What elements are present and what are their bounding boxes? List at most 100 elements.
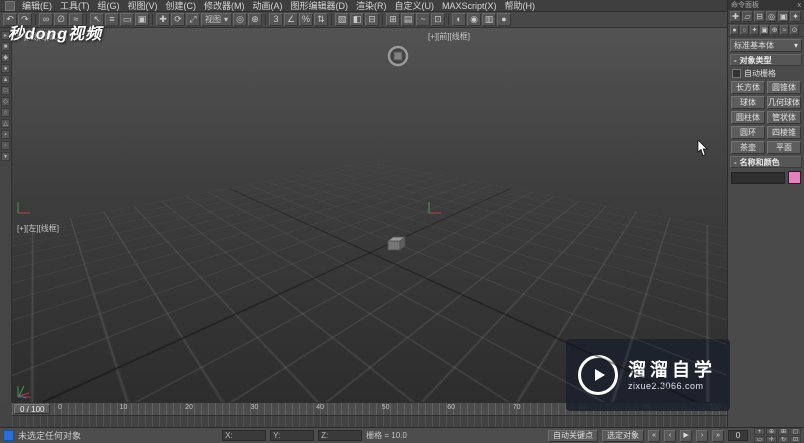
utilities-tab-icon[interactable]: ✦	[790, 11, 801, 22]
maxscript-listener-icon[interactable]	[3, 430, 14, 441]
menu-item-group[interactable]: 组(G)	[94, 0, 124, 12]
sphere-button[interactable]: 球体	[731, 96, 765, 109]
cone-button[interactable]: 圆锥体	[767, 81, 801, 94]
menu-item-create[interactable]: 创建(C)	[162, 0, 201, 12]
left-toolbar-icon[interactable]: ▫	[1, 141, 10, 150]
zoom-extents-all-icon[interactable]: ▢	[790, 428, 802, 435]
torus-button[interactable]: 圆环	[731, 126, 765, 139]
menu-item-animation[interactable]: 动画(A)	[249, 0, 287, 12]
coordinate-y-field[interactable]: Y:	[270, 430, 315, 441]
ribbon-icon[interactable]: ▤	[401, 13, 416, 26]
go-to-start-button[interactable]: «	[648, 429, 661, 442]
rendered-frame-window-icon[interactable]: ▥	[482, 13, 497, 26]
menu-item-rendering[interactable]: 渲染(R)	[352, 0, 391, 12]
name-color-rollout[interactable]: - 名称和颜色	[730, 156, 802, 168]
mirror-icon[interactable]: ◧	[350, 13, 365, 26]
left-toolbar-icon[interactable]: ▾	[1, 152, 10, 161]
viewport-left-label[interactable]: [+][左][线框]	[17, 223, 59, 234]
select-and-rotate-icon[interactable]: ⟳	[171, 13, 185, 26]
selection-set-button[interactable]: 选定对象	[602, 429, 645, 442]
hierarchy-tab-icon[interactable]: ⊟	[754, 11, 765, 22]
close-icon[interactable]: x	[798, 2, 802, 9]
percent-snap-icon[interactable]: %	[299, 13, 314, 26]
object-color-swatch[interactable]	[788, 171, 801, 184]
menu-item-tools[interactable]: 工具(T)	[56, 0, 94, 12]
orbit-icon[interactable]: ↻	[778, 436, 790, 443]
autogrid-checkbox[interactable]	[732, 69, 741, 78]
display-tab-icon[interactable]: ▣	[778, 11, 789, 22]
geometry-category-icon[interactable]: ●	[730, 25, 739, 35]
left-toolbar-icon[interactable]: ▲	[1, 75, 10, 84]
helpers-category-icon[interactable]: ⊕	[770, 25, 779, 35]
left-toolbar-icon[interactable]: ○	[1, 108, 10, 117]
command-panel-header[interactable]: 命令面板 x	[728, 0, 804, 10]
snap-toggle-icon[interactable]: 3	[269, 13, 284, 26]
maximize-viewport-icon[interactable]: ⊡	[790, 436, 802, 443]
plane-button[interactable]: 平面	[767, 141, 801, 154]
lights-category-icon[interactable]: ✦	[750, 25, 759, 35]
left-toolbar-icon[interactable]: ●	[1, 64, 10, 73]
go-to-end-button[interactable]: »	[712, 429, 725, 442]
rectangular-selection-region-icon[interactable]: ▭	[120, 13, 134, 26]
cameras-category-icon[interactable]: ▣	[760, 25, 769, 35]
zoom-all-icon[interactable]: ⊕	[766, 428, 778, 435]
shapes-category-icon[interactable]: ○	[740, 25, 749, 35]
named-selection-sets-icon[interactable]: ▧	[335, 13, 350, 26]
create-tab-icon[interactable]: ✚	[730, 11, 741, 22]
menu-item-graph-editors[interactable]: 图形编辑器(D)	[287, 0, 353, 12]
menu-item-modifiers[interactable]: 修改器(M)	[200, 0, 249, 12]
menu-item-customize[interactable]: 自定义(U)	[391, 0, 439, 12]
viewport-perspective[interactable]: [+][透视][真实]	[12, 28, 727, 402]
angle-snap-icon[interactable]: ∠	[284, 13, 299, 26]
schematic-view-icon[interactable]: ⊡	[431, 13, 446, 26]
zoom-region-icon[interactable]: ▭	[754, 436, 766, 443]
left-toolbar-icon[interactable]: □	[1, 86, 10, 95]
tube-button[interactable]: 管状体	[767, 111, 801, 124]
zoom-icon[interactable]: +	[754, 428, 766, 435]
render-production-icon[interactable]: ●	[497, 13, 512, 26]
spinner-snap-icon[interactable]: ⇅	[314, 13, 329, 26]
material-editor-icon[interactable]: ◐	[452, 13, 467, 26]
spacewarps-category-icon[interactable]: ≈	[780, 25, 789, 35]
left-toolbar-icon[interactable]: ◆	[1, 53, 10, 62]
box-object[interactable]	[384, 234, 408, 259]
next-frame-button[interactable]: ›	[696, 429, 709, 442]
left-toolbar-icon[interactable]: ▪	[1, 130, 10, 139]
pan-icon[interactable]: ✛	[766, 436, 778, 443]
app-icon[interactable]	[5, 0, 15, 11]
circle-object[interactable]	[386, 44, 410, 73]
cylinder-button[interactable]: 圆柱体	[731, 111, 765, 124]
reference-coordinate-dropdown[interactable]: 视图 ▾	[201, 13, 233, 26]
render-setup-icon[interactable]: ◉	[467, 13, 482, 26]
motion-tab-icon[interactable]: ◎	[766, 11, 777, 22]
align-icon[interactable]: ⊟	[365, 13, 380, 26]
left-toolbar-icon[interactable]: △	[1, 119, 10, 128]
systems-category-icon[interactable]: ⊙	[790, 25, 799, 35]
select-and-scale-icon[interactable]: ⤢	[186, 13, 200, 26]
menu-item-views[interactable]: 视图(V)	[124, 0, 162, 12]
auto-key-button[interactable]: 自动关键点	[548, 429, 599, 442]
curve-editor-icon[interactable]: ~	[416, 13, 431, 26]
object-type-rollout[interactable]: - 对象类型	[730, 54, 802, 66]
viewport-front-label[interactable]: [+][前][线框]	[428, 31, 470, 42]
track-bar[interactable]	[12, 415, 727, 427]
teapot-button[interactable]: 茶壶	[731, 141, 765, 154]
window-crossing-icon[interactable]: ▣	[135, 13, 149, 26]
menu-item-help[interactable]: 帮助(H)	[501, 0, 540, 12]
layer-manager-icon[interactable]: ⊞	[386, 13, 401, 26]
menu-item-maxscript[interactable]: MAXScript(X)	[438, 1, 501, 11]
primitive-type-dropdown[interactable]: 标准基本体 ▾	[730, 39, 802, 52]
select-by-name-icon[interactable]: ≡	[105, 13, 119, 26]
zoom-extents-icon[interactable]: ⊞	[778, 428, 790, 435]
menu-item-edit[interactable]: 编辑(E)	[18, 0, 56, 12]
select-and-move-icon[interactable]: ✚	[156, 13, 170, 26]
previous-frame-button[interactable]: ‹	[664, 429, 677, 442]
box-button[interactable]: 长方体	[731, 81, 765, 94]
play-button[interactable]: ▶	[680, 429, 693, 442]
object-name-input[interactable]	[731, 171, 785, 184]
current-frame-field[interactable]: 0	[728, 430, 749, 441]
select-and-manipulate-icon[interactable]: ⊕	[248, 13, 263, 26]
time-slider[interactable]: 0 / 100	[14, 404, 51, 414]
left-toolbar-icon[interactable]: ◇	[1, 97, 10, 106]
coordinate-x-field[interactable]: X:	[222, 430, 267, 441]
